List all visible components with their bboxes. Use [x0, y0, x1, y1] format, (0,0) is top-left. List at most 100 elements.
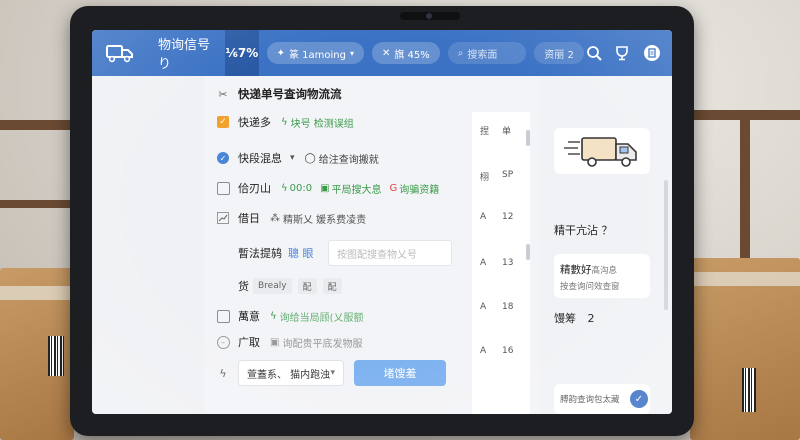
chevron-down-icon[interactable]: ▾	[290, 153, 295, 163]
row-query-label: 暫法提鸫	[238, 247, 282, 260]
lightning-icon: ϟ	[281, 182, 288, 194]
barcode-right	[742, 368, 756, 412]
background-shelf-post	[740, 118, 750, 258]
mini-sub-2: SP	[502, 170, 514, 180]
row-info[interactable]: 借日 ⁂ 精斯乂 媛系费凌责	[216, 210, 366, 226]
right-panel-scrollbar[interactable]	[664, 180, 668, 310]
row-time-tag-2: ▣ 平局搜大息	[320, 182, 382, 196]
radio-selected-icon[interactable]: ✓	[217, 152, 229, 164]
grid-icon: ⁂	[270, 212, 280, 224]
row-time[interactable]: 佮刃山 ϟ 00:0 ▣ 平局搜大息 G 询骗资籍	[216, 180, 439, 196]
form-title-row: ✂ 快递单号查询物流流	[216, 86, 342, 102]
chevron-down-icon: ▾	[330, 368, 335, 378]
mini-row-value: 18	[502, 302, 514, 312]
count-value: 2	[587, 312, 595, 325]
mini-scrollbar-bottom[interactable]	[526, 244, 530, 260]
row-chips[interactable]: 货 Brealy 配 配	[216, 278, 348, 294]
row-extra-tag: ▣ 询配贵平底发物服	[270, 336, 363, 350]
row-chips-label: 货	[238, 280, 249, 293]
settings-pill[interactable]: 资丽 2	[534, 42, 584, 64]
search-icon[interactable]	[584, 41, 604, 65]
row-courier[interactable]: ✓ 快递多 ϟ 块号 检测误组	[216, 114, 354, 130]
app-header: 物询信号り ⅙7% ✦ 篆 1amoing ▾ ✕ 旗 45% ⌕ 搜索面 资丽…	[92, 30, 672, 76]
mini-row-label: A	[480, 346, 487, 356]
row-status[interactable]: ✓ 快段混息 ▾ ◯ 给注查询搬就	[216, 150, 379, 166]
chip-2[interactable]: 配	[297, 278, 317, 294]
tab-percent[interactable]: ⅙7%	[225, 30, 259, 76]
count-label: 馒筹	[554, 312, 576, 325]
courier-select[interactable]: 萱蓋系、 猫内跑浊 ▾	[238, 360, 344, 386]
checkbox-empty-icon[interactable]	[216, 181, 230, 195]
row-courier-label: 快递多	[238, 116, 271, 129]
chip-3[interactable]: 配	[322, 278, 342, 294]
count-row: 馒筹 2	[554, 310, 595, 326]
webcam	[400, 12, 460, 20]
chip-brealy[interactable]: Brealy	[253, 278, 292, 294]
scissors-icon: ✂	[218, 87, 228, 101]
mini-header-2: 单	[502, 127, 512, 137]
delivery-truck-card	[554, 128, 650, 174]
sparkle-icon: ✦	[276, 47, 285, 59]
row-status-label: 快段混息	[238, 152, 282, 165]
mini-sub-1: 栩	[480, 173, 490, 183]
filter-pill[interactable]: ✦ 篆 1amoing ▾	[266, 42, 364, 64]
card-icon: ▣	[320, 182, 330, 194]
right-panel: 精干亢沾 ？ 精數好髙沟息 按查询问效查窗 馒筹 2 膊韵查询包太藏 ✓	[540, 76, 672, 414]
info-card-title-suffix: 髙沟息	[591, 266, 618, 276]
chat-bubble-icon: ◯	[304, 152, 316, 164]
result-mini-column: 捏 单 栩 SP A 12 A 13 A 18 A 16	[472, 112, 530, 414]
row-select: ϟ	[216, 366, 238, 380]
row-note-label: 萬意	[238, 310, 260, 323]
search-icon: ⌕	[457, 47, 464, 59]
lightning-icon: ϟ	[270, 310, 277, 322]
row-courier-tag: ϟ 块号 检测误组	[281, 115, 354, 130]
row-status-tag: ◯ 给注查询搬就	[305, 151, 379, 166]
trophy-icon[interactable]	[612, 41, 632, 65]
header-search[interactable]: ⌕ 搜索面	[447, 42, 527, 64]
mini-row-value: 13	[502, 258, 514, 268]
query-form: ✂ 快递单号查询物流流 ✓ 快递多 ϟ 块号 检测误组 ✓ 快段混息 ▾ ◯ 给…	[204, 76, 472, 414]
row-status-tag-text: 给注查询搬就	[318, 154, 379, 166]
google-g-icon: G	[389, 182, 398, 194]
courier-select-value: 萱蓋系、 猫内跑浊	[247, 369, 331, 381]
mini-row-label: A	[480, 302, 487, 312]
circle-minus-icon[interactable]: –	[216, 335, 230, 349]
row-extra[interactable]: – 广取 ▣ 询配贵平底发物服	[216, 334, 362, 350]
checkbox-empty-icon[interactable]	[216, 309, 230, 323]
query-input-placeholder: 按图配搜查物乂号	[337, 249, 417, 261]
right-panel-heading: 精干亢沾 ？	[554, 224, 613, 237]
query-input[interactable]: 按图配搜查物乂号	[328, 240, 452, 266]
chevron-down-icon: ▾	[349, 48, 354, 58]
row-query-link[interactable]: 聰 眼	[288, 245, 314, 261]
lightning-icon: ϟ	[219, 366, 227, 380]
app-title: 物询信号り	[158, 38, 211, 72]
mini-header-1: 捏	[480, 127, 490, 137]
trend-icon	[216, 211, 230, 225]
check-badge-icon[interactable]: ✓	[630, 390, 648, 408]
form-title: 快递单号查询物流流	[238, 87, 342, 101]
info-card[interactable]: 精數好髙沟息 按查询问效查窗	[554, 254, 650, 298]
mini-row-value: 12	[502, 212, 514, 222]
mini-row-label: A	[480, 258, 487, 268]
ratio-pill-label: 旗 45%	[394, 49, 430, 61]
mini-scrollbar-top[interactable]	[526, 130, 530, 146]
row-time-label: 佮刃山	[238, 182, 271, 195]
row-extra-label: 广取	[238, 336, 260, 349]
lightning-icon: ϟ	[281, 116, 288, 128]
bottom-card-text: 膊韵查询包太藏	[560, 395, 620, 405]
row-note[interactable]: 萬意 ϟ 询给当局顾(乂服额	[216, 308, 364, 324]
delivery-truck-icon	[564, 137, 637, 167]
mini-row-value: 16	[502, 346, 514, 356]
barcode-left	[48, 336, 64, 376]
ratio-pill[interactable]: ✕ 旗 45%	[371, 42, 440, 64]
delivery-truck-logo-icon[interactable]	[106, 42, 134, 64]
row-courier-tag-text: 块号 检测误组	[290, 118, 354, 130]
submit-query-button[interactable]: 堵馊羞	[354, 360, 446, 386]
row-info-label: 借日	[238, 212, 260, 225]
row-time-tag-3: G 询骗资籍	[389, 182, 440, 196]
row-query[interactable]: 暫法提鸫 聰 眼	[216, 240, 314, 266]
background-shelf-left-2	[0, 200, 70, 208]
checkbox-checked-icon[interactable]: ✓	[217, 116, 229, 128]
document-badge-icon[interactable]	[642, 41, 662, 65]
bottom-card[interactable]: 膊韵查询包太藏 ✓	[554, 384, 650, 414]
